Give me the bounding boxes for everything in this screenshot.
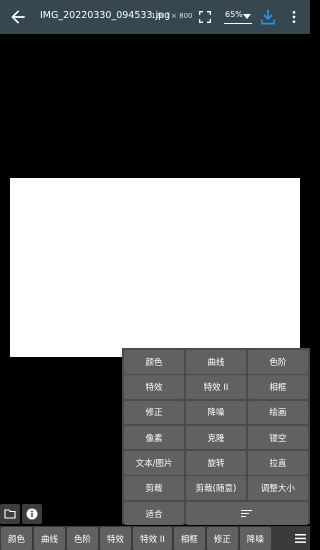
open-folder-button[interactable]	[0, 504, 20, 524]
tools-menu: 颜色 曲线 色阶 特效 特效 II 相框 修正 降噪 绘画 像素 克隆 镂空 文…	[122, 348, 310, 526]
menu-item-straighten[interactable]: 拉直	[247, 451, 308, 475]
menu-item-color[interactable]: 颜色	[124, 350, 185, 374]
menu-item-denoise[interactable]: 降噪	[185, 400, 247, 425]
image-dimensions: 1280 × 800	[151, 12, 193, 20]
menu-item-crop[interactable]: 剪裁	[124, 476, 185, 500]
menu-item-rotate[interactable]: 旋转	[185, 451, 247, 475]
menu-item-resize[interactable]: 调整大小	[247, 476, 308, 500]
bottom-tab-effects-2[interactable]: 特效 II	[133, 527, 172, 550]
info-icon	[26, 508, 38, 520]
menu-item-frame[interactable]: 相框	[247, 375, 308, 399]
left-action-buttons	[0, 504, 42, 524]
bottom-tab-effects[interactable]: 特效	[100, 527, 132, 550]
menu-item-curves[interactable]: 曲线	[185, 350, 247, 374]
menu-item-clone[interactable]: 克隆	[185, 425, 247, 450]
menu-item-pixel[interactable]: 像素	[124, 425, 185, 450]
menu-item-text-image[interactable]: 文本/图片	[124, 451, 185, 475]
arrow-back-icon[interactable]	[8, 7, 28, 27]
bottom-tab-curves[interactable]: 曲线	[34, 527, 66, 550]
chevron-down-icon	[243, 14, 251, 19]
fullscreen-icon[interactable]	[197, 9, 213, 25]
sort-button[interactable]	[185, 501, 308, 526]
image-preview[interactable]	[10, 178, 300, 357]
menu-item-effects-2[interactable]: 特效 II	[185, 375, 247, 399]
bottom-tab-frame[interactable]: 相框	[173, 527, 205, 550]
menu-toggle-button[interactable]	[290, 526, 310, 550]
menu-item-crop-free[interactable]: 剪裁(随意)	[185, 476, 247, 500]
bottom-tab-levels[interactable]: 色阶	[67, 527, 99, 550]
download-icon[interactable]	[260, 8, 276, 26]
info-button[interactable]	[22, 504, 42, 524]
app-toolbar: IMG_20220330_094533.jpg 1280 × 800 65%	[0, 0, 310, 34]
menu-item-levels[interactable]: 色阶	[247, 350, 308, 374]
menu-item-paint[interactable]: 绘画	[247, 400, 308, 425]
sort-icon	[241, 509, 253, 518]
menu-item-correction[interactable]: 修正	[124, 400, 185, 425]
menu-item-fit[interactable]: 适合	[124, 501, 185, 526]
bottom-toolbar: 颜色 曲线 色阶 特效 特效 II 相框 修正 降噪	[0, 526, 310, 550]
bottom-tabs: 颜色 曲线 色阶 特效 特效 II 相框 修正 降噪	[0, 526, 290, 550]
bottom-tab-denoise[interactable]: 降噪	[239, 527, 271, 550]
more-vert-icon[interactable]	[289, 9, 299, 25]
menu-item-cutout[interactable]: 镂空	[247, 425, 308, 450]
menu-item-effects[interactable]: 特效	[124, 375, 185, 399]
bottom-tab-correction[interactable]: 修正	[206, 527, 238, 550]
hamburger-icon	[294, 533, 306, 543]
bottom-tab-color[interactable]: 颜色	[1, 527, 33, 550]
folder-icon	[4, 509, 16, 519]
